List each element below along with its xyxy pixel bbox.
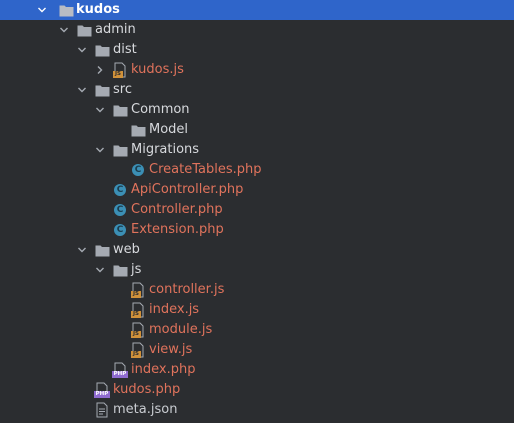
tree-item-model[interactable]: Model	[0, 120, 514, 140]
folder-icon	[94, 42, 110, 58]
tree-item-controller-js[interactable]: JS controller.js	[0, 280, 514, 300]
chevron-down-icon[interactable]	[58, 24, 70, 36]
tree-item-label: Controller.php	[131, 202, 223, 217]
js-badge: JS	[131, 311, 141, 318]
tree-item-label: Migrations	[131, 142, 200, 157]
php-class-icon: C	[112, 222, 128, 238]
php-badge: PHP	[112, 371, 128, 378]
chevron-down-icon[interactable]	[94, 104, 106, 116]
folder-icon	[94, 242, 110, 258]
js-file-icon: JS	[130, 322, 146, 338]
tree-item-meta-json[interactable]: meta.json	[0, 400, 514, 420]
js-badge: JS	[131, 351, 141, 358]
folder-icon	[112, 262, 128, 278]
tree-item-label: kudos.js	[131, 62, 184, 77]
tree-item-label: Common	[131, 102, 190, 117]
tree-item-label: index.php	[131, 362, 196, 377]
js-file-icon: JS	[130, 302, 146, 318]
tree-item-view-js[interactable]: JS view.js	[0, 340, 514, 360]
tree-item-label: Model	[149, 122, 189, 137]
tree-item-js[interactable]: js	[0, 260, 514, 280]
project-tree: kudos admin dist JS kudos.js src Common …	[0, 0, 514, 423]
chevron-down-icon[interactable]	[76, 84, 88, 96]
folder-icon	[112, 102, 128, 118]
folder-icon	[130, 122, 146, 138]
class-badge: C	[114, 204, 126, 216]
tree-item-createtables-php[interactable]: C CreateTables.php	[0, 160, 514, 180]
tree-item-extension-php[interactable]: C Extension.php	[0, 220, 514, 240]
tree-item-label: index.js	[149, 302, 200, 317]
tree-item-kudos-js[interactable]: JS kudos.js	[0, 60, 514, 80]
folder-icon	[94, 82, 110, 98]
tree-item-index-php[interactable]: PHP index.php	[0, 360, 514, 380]
tree-item-label: dist	[113, 42, 137, 57]
tree-item-label: ApiController.php	[131, 182, 244, 197]
tree-item-label: kudos.php	[113, 382, 181, 397]
js-badge: JS	[131, 331, 141, 338]
tree-item-dist[interactable]: dist	[0, 40, 514, 60]
js-file-icon: JS	[130, 282, 146, 298]
chevron-down-icon[interactable]	[94, 264, 106, 276]
tree-item-label: Extension.php	[131, 222, 224, 237]
chevron-down-icon[interactable]	[76, 244, 88, 256]
php-file-icon: PHP	[94, 382, 110, 398]
js-file-icon: JS	[112, 62, 128, 78]
chevron-down-icon[interactable]	[36, 4, 48, 16]
chevron-down-icon[interactable]	[94, 144, 106, 156]
tree-item-label: kudos	[76, 2, 120, 17]
tree-item-src[interactable]: src	[0, 80, 514, 100]
tree-item-label: CreateTables.php	[149, 162, 262, 177]
tree-item-controller-php[interactable]: C Controller.php	[0, 200, 514, 220]
tree-item-web[interactable]: web	[0, 240, 514, 260]
tree-item-label: view.js	[149, 342, 193, 357]
tree-item-kudos-php[interactable]: PHP kudos.php	[0, 380, 514, 400]
tree-item-label: web	[113, 242, 140, 257]
tree-item-admin[interactable]: admin	[0, 20, 514, 40]
tree-item-label: admin	[95, 22, 136, 37]
tree-item-kudos[interactable]: kudos	[0, 0, 514, 20]
tree-item-label: js	[131, 262, 142, 277]
tree-item-common[interactable]: Common	[0, 100, 514, 120]
tree-item-label: controller.js	[149, 282, 225, 297]
tree-item-apicontroller-php[interactable]: C ApiController.php	[0, 180, 514, 200]
folder-icon	[76, 22, 92, 38]
php-badge: PHP	[94, 391, 110, 398]
json-file-icon	[94, 402, 110, 418]
tree-item-module-js[interactable]: JS module.js	[0, 320, 514, 340]
class-badge: C	[114, 224, 126, 236]
class-badge: C	[132, 164, 144, 176]
tree-item-migrations[interactable]: Migrations	[0, 140, 514, 160]
php-class-icon: C	[112, 202, 128, 218]
php-class-icon: C	[112, 182, 128, 198]
tree-item-label: module.js	[149, 322, 213, 337]
js-file-icon: JS	[130, 342, 146, 358]
class-badge: C	[114, 184, 126, 196]
php-class-icon: C	[130, 162, 146, 178]
folder-icon	[112, 142, 128, 158]
chevron-down-icon[interactable]	[76, 44, 88, 56]
js-badge: JS	[131, 291, 141, 298]
php-file-icon: PHP	[112, 362, 128, 378]
tree-item-label: meta.json	[113, 402, 178, 417]
chevron-right-icon[interactable]	[94, 64, 106, 76]
js-badge: JS	[113, 71, 123, 78]
tree-item-index-js[interactable]: JS index.js	[0, 300, 514, 320]
tree-item-label: src	[113, 82, 132, 97]
folder-icon	[58, 2, 74, 18]
